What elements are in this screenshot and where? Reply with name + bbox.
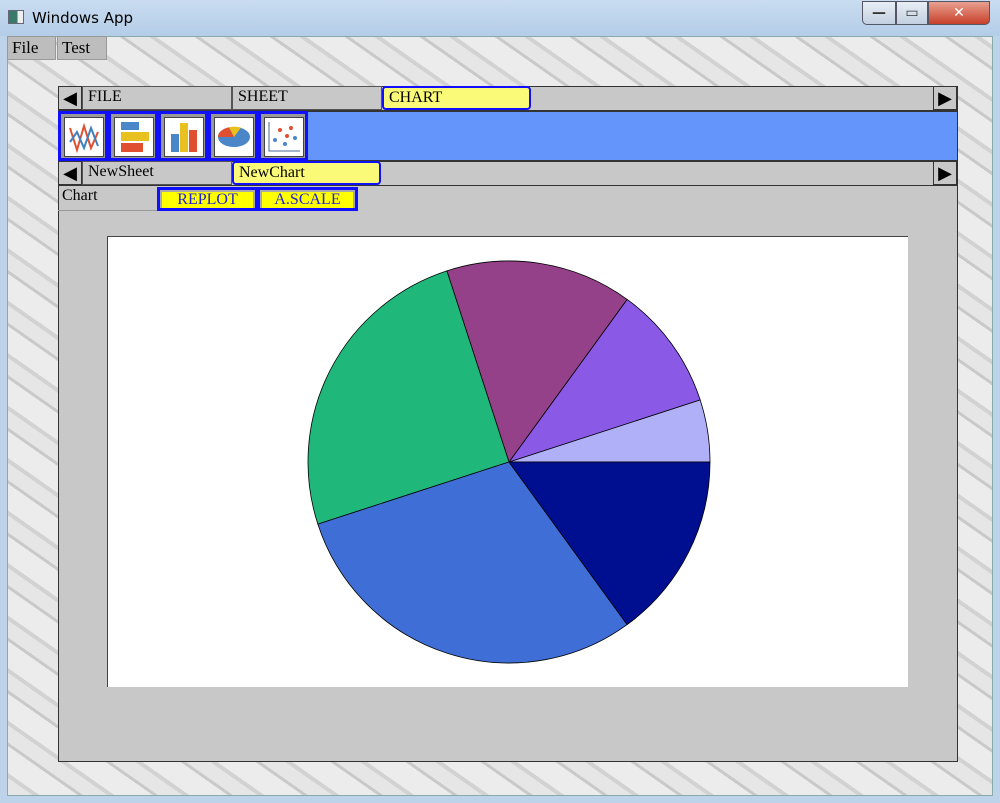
line-chart-button[interactable]	[58, 111, 108, 161]
sheet-tab-newsheet[interactable]: NewSheet	[82, 161, 232, 185]
tab-scroll-left[interactable]: ◀	[58, 86, 82, 110]
maximize-button[interactable]: ▭	[896, 1, 928, 25]
sheet-scroll-left[interactable]: ◀	[58, 161, 82, 185]
sheet-scroll-right[interactable]: ▶	[933, 161, 957, 185]
tab-file[interactable]: FILE	[82, 86, 232, 110]
minimize-button[interactable]: —	[862, 1, 896, 25]
tab-chart[interactable]: CHART	[382, 86, 531, 110]
sheet-tab-newchart[interactable]: NewChart	[232, 161, 381, 185]
bar-chart-icon	[164, 117, 204, 157]
scatter-chart-button[interactable]	[258, 111, 308, 161]
app-icon	[8, 10, 24, 24]
pie-chart-icon	[214, 117, 254, 157]
close-button[interactable]: ✕	[928, 1, 990, 25]
menu-test[interactable]: Test	[57, 36, 107, 60]
replot-label: REPLOT	[162, 192, 253, 208]
pie-chart-button[interactable]	[208, 111, 258, 161]
replot-button[interactable]: REPLOT	[157, 187, 258, 211]
panel-label: Chart	[58, 186, 157, 211]
horizontal-bar-chart-button[interactable]	[108, 111, 158, 161]
tab-scroll-right[interactable]: ▶	[933, 86, 957, 110]
scatter-chart-icon	[264, 117, 304, 157]
tab-sheet[interactable]: SHEET	[232, 86, 382, 110]
menu-file[interactable]: File	[7, 36, 56, 60]
plot-area	[107, 236, 908, 687]
title-bar	[0, 0, 1000, 36]
horizontal-bar-chart-icon	[114, 117, 154, 157]
bar-chart-button[interactable]	[158, 111, 208, 161]
line-chart-icon	[64, 117, 104, 157]
pie-chart	[307, 260, 711, 664]
window-title: Windows App	[32, 9, 134, 27]
autoscale-label: A.SCALE	[262, 192, 353, 208]
autoscale-button[interactable]: A.SCALE	[257, 187, 358, 211]
